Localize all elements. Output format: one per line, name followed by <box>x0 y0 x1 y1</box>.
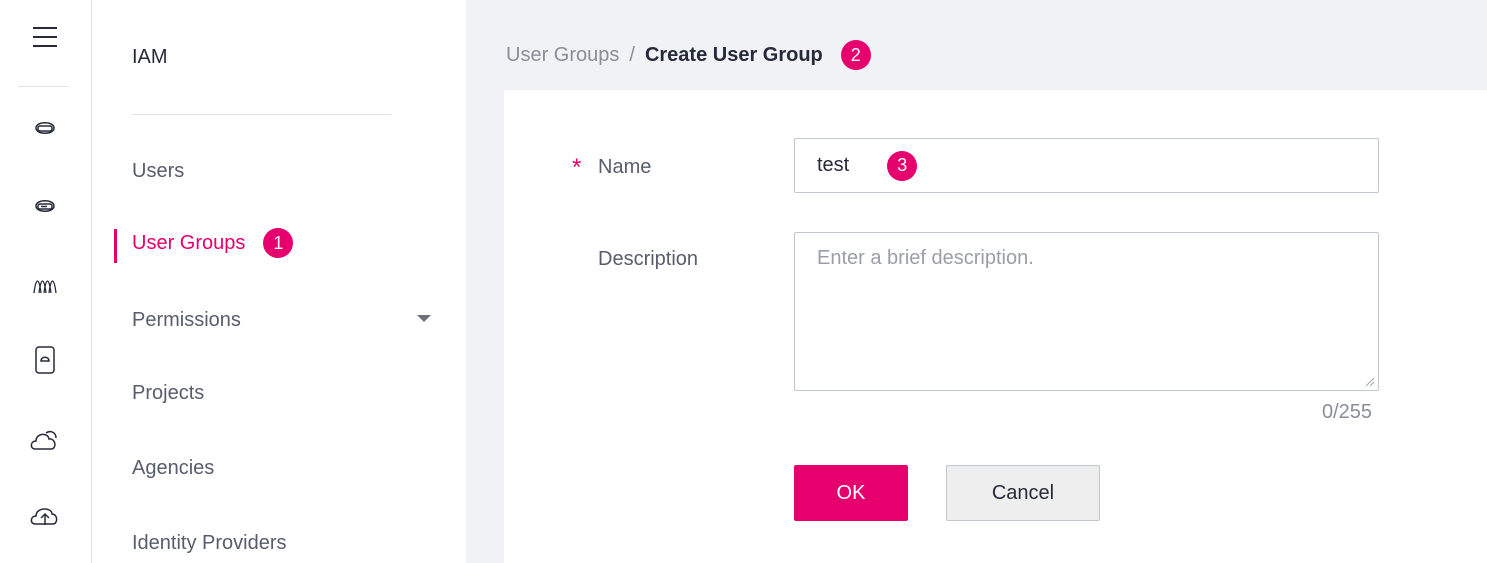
name-field-value: test <box>817 154 850 176</box>
obs-icon[interactable] <box>30 345 60 375</box>
step-badge: 2 <box>840 40 871 70</box>
cloud-upload-icon[interactable] <box>30 501 60 531</box>
sidebar-item-identity-providers[interactable]: Identity Providers <box>132 532 287 555</box>
sidebar-item-label: Agencies <box>132 457 215 479</box>
page-title: Create User Group <box>644 43 823 66</box>
description-placeholder: Enter a brief description. <box>817 247 1034 269</box>
sidebar-item-label: Users <box>132 160 185 182</box>
sidebar-item-agencies[interactable]: Agencies <box>132 457 214 480</box>
step-badge: 1 <box>263 228 294 258</box>
rail-divider <box>18 86 68 87</box>
breadcrumb-link-user-groups[interactable]: User Groups <box>506 44 619 67</box>
required-marker: * <box>572 154 582 181</box>
sidebar-divider <box>132 114 391 115</box>
sidebar-item-permissions[interactable]: Permissions <box>132 309 241 332</box>
ecs-icon[interactable] <box>30 113 60 143</box>
sidebar-item-label: Permissions <box>132 309 241 331</box>
sidebar-item-label: Projects <box>132 382 205 404</box>
step-badge: 3 <box>887 150 918 181</box>
chevron-down-icon[interactable] <box>417 315 431 322</box>
create-user-group-form: * Name test 3 Description Enter a brief … <box>504 90 1487 563</box>
bms-icon[interactable] <box>30 191 60 221</box>
iam-sidebar: IAM Users User Groups 1 Permissions Proj… <box>92 0 466 563</box>
sidebar-item-projects[interactable]: Projects <box>132 382 204 405</box>
cloud-icon[interactable] <box>30 425 60 455</box>
ok-button[interactable]: OK <box>794 465 908 521</box>
sidebar-item-label: Identity Providers <box>132 532 287 554</box>
breadcrumb-separator: / <box>629 43 635 66</box>
sidebar-title: IAM <box>132 46 168 68</box>
description-label: Description <box>598 248 699 270</box>
hamburger-menu-icon[interactable] <box>30 22 60 52</box>
name-label: Name <box>598 156 652 178</box>
resize-grip-icon[interactable] <box>1365 377 1375 387</box>
character-counter: 0/255 <box>1322 401 1373 423</box>
description-field[interactable]: Enter a brief description. <box>794 232 1379 391</box>
breadcrumb: User Groups / Create User Group 2 <box>506 38 871 72</box>
active-indicator <box>114 229 117 263</box>
main-content: User Groups / Create User Group 2 * Name… <box>466 0 1487 563</box>
sidebar-item-label: User Groups <box>132 231 246 254</box>
cce-icon[interactable] <box>30 270 60 300</box>
name-field[interactable]: test 3 <box>794 138 1379 193</box>
sidebar-item-user-groups[interactable]: User Groups 1 <box>132 228 294 258</box>
icon-rail <box>0 0 92 563</box>
sidebar-item-users[interactable]: Users <box>132 160 184 183</box>
cancel-button[interactable]: Cancel <box>946 465 1100 521</box>
